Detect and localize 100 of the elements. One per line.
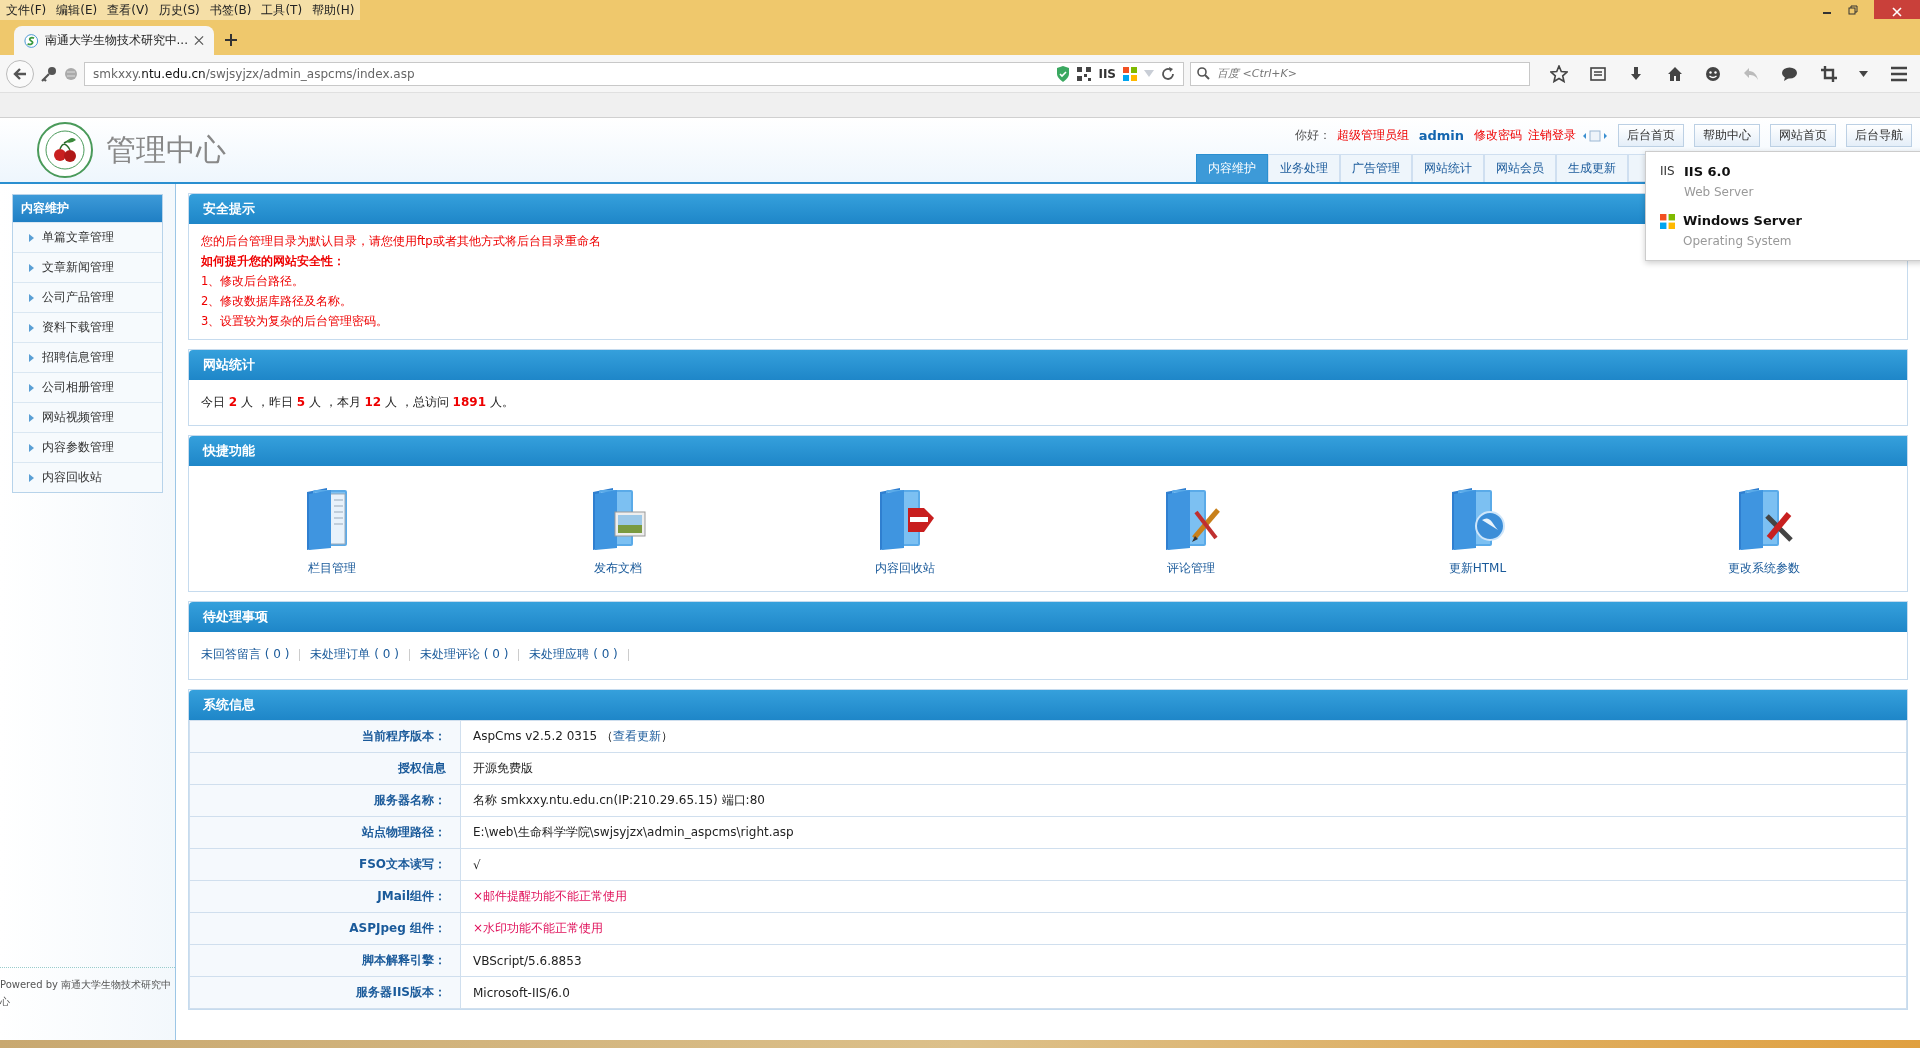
bullet-icon [29, 353, 34, 362]
menu-tab[interactable]: 网站统计 [1412, 154, 1484, 182]
user-role: 超级管理员组 [1336, 127, 1409, 144]
bullet-icon [29, 383, 34, 392]
account-link[interactable]: 修改密码 [1474, 127, 1522, 144]
chat-icon[interactable] [1781, 65, 1799, 82]
warning-item: 2、修改数据库路径及名称。 [201, 294, 353, 309]
update-link[interactable]: 查看更新 [613, 729, 661, 743]
menu-item[interactable]: 编辑(E) [56, 1, 98, 19]
panel-header: 系统信息 [189, 690, 1907, 720]
sidebar-item[interactable]: 公司相册管理 [13, 372, 162, 402]
site-title: 管理中心 [106, 130, 226, 169]
nav-button[interactable]: 后台导航 [1846, 124, 1912, 147]
menu-tab[interactable]: 网站会员 [1484, 154, 1556, 182]
info-value: AspCms v2.5.2 0315 （查看更新） [460, 720, 1907, 753]
menu-item[interactable]: 工具(T) [261, 1, 303, 19]
info-label: 授权信息 [189, 752, 461, 785]
menu-tab[interactable]: 业务处理 [1268, 154, 1340, 182]
server-icon: IIS [1660, 164, 1676, 178]
home-icon[interactable] [1666, 65, 1683, 82]
menu-item[interactable]: 历史(S) [158, 1, 200, 19]
info-label: 服务器IIS版本： [189, 976, 461, 1009]
shortcut-link[interactable]: 评论管理 [1111, 486, 1272, 577]
bullet-icon [29, 293, 34, 302]
restore-icon[interactable] [1848, 5, 1858, 15]
warning-text: 您的后台管理目录为默认目录，请您使用ftp或者其他方式将后台目录重命名 [201, 234, 601, 249]
warning-heading: 如何提升您的网站安全性： [201, 254, 345, 269]
menu-item[interactable]: 书签(B) [209, 1, 252, 19]
bullet-icon [29, 233, 34, 242]
sidebar-item[interactable]: 文章新闻管理 [13, 252, 162, 282]
sidebar-item[interactable]: 内容回收站 [13, 462, 162, 492]
logo-icon [36, 121, 94, 179]
popup-title: IIS 6.0 [1684, 164, 1732, 179]
dropdown-icon[interactable] [1858, 70, 1868, 77]
info-label: JMail组件： [189, 880, 461, 913]
info-label: 脚本解释引擎： [189, 944, 461, 977]
shield-icon [1056, 65, 1071, 82]
menu-tab[interactable]: 广告管理 [1340, 154, 1412, 182]
smiley-icon[interactable] [1704, 65, 1721, 82]
pending-link[interactable]: 未处理订单 ( 0 ) [310, 646, 399, 663]
info-value: ×水印功能不能正常使用 [460, 912, 1907, 945]
star-icon[interactable] [1550, 64, 1568, 83]
info-value: 开源免费版 [460, 752, 1907, 785]
menu-item[interactable]: 帮助(H) [312, 1, 355, 19]
pending-link[interactable]: 未处理评论 ( 0 ) [419, 646, 509, 663]
crop-icon[interactable] [1820, 65, 1837, 82]
warning-item: 1、修改后台路径。 [201, 274, 305, 289]
address-bar[interactable]: smkxxy.ntu.edu.cn/swjsyjzx/admin_aspcms/index.asp IIS [84, 61, 1184, 86]
username: admin [1418, 128, 1464, 143]
windows-logo-icon [1123, 66, 1137, 81]
info-label: 当前程序版本： [189, 720, 461, 753]
sidebar-item[interactable]: 公司产品管理 [13, 282, 162, 312]
menu-icon[interactable] [1889, 65, 1908, 82]
server-badge[interactable]: IIS [1098, 66, 1116, 81]
nav-button[interactable]: 后台首页 [1618, 124, 1684, 147]
sidebar-item[interactable]: 内容参数管理 [13, 432, 162, 462]
nav-button[interactable]: 网站首页 [1770, 124, 1836, 147]
pending-link[interactable]: 未处理应聘 ( 0 ) [529, 646, 618, 663]
bullet-icon [29, 323, 34, 332]
bullet-icon [29, 413, 34, 422]
shortcut-link[interactable]: 内容回收站 [824, 486, 985, 577]
close-icon [1892, 7, 1902, 17]
info-value: √ [460, 848, 1907, 881]
sidebar-item[interactable]: 单篇文章管理 [13, 222, 162, 252]
sidebar-item[interactable]: 资料下载管理 [13, 312, 162, 342]
back-button[interactable] [6, 59, 34, 88]
new-tab-icon[interactable] [224, 33, 238, 47]
nav-button[interactable]: 帮助中心 [1694, 124, 1760, 147]
info-value: ×邮件提醒功能不能正常使用 [460, 880, 1907, 913]
sidebar-title: 内容维护 [13, 195, 162, 222]
bullet-icon [29, 473, 34, 482]
key-icon[interactable] [40, 64, 58, 83]
reading-list-icon[interactable] [1590, 65, 1607, 82]
sidebar-item[interactable]: 招聘信息管理 [13, 342, 162, 372]
reload-icon[interactable] [1161, 66, 1175, 81]
panel-header: 待处理事项 [189, 602, 1907, 632]
sidebar-item[interactable]: 网站视频管理 [13, 402, 162, 432]
bullet-icon [29, 443, 34, 452]
shortcut-link[interactable]: 发布文档 [538, 486, 699, 577]
menu-tab[interactable]: 生成更新 [1556, 154, 1628, 182]
browser-tab[interactable]: 南通大学生物技术研究中... [14, 26, 214, 55]
pending-link[interactable]: 未回答留言 ( 0 ) [201, 646, 290, 663]
qr-code-icon[interactable] [1077, 66, 1092, 81]
search-field[interactable]: 百度 <Ctrl+K> [1190, 61, 1530, 86]
warning-item: 3、设置较为复杂的后台管理密码。 [201, 314, 389, 329]
info-value: VBScript/5.6.8853 [460, 944, 1907, 977]
account-link[interactable]: 注销登录 [1528, 127, 1576, 144]
globe-icon [64, 66, 78, 81]
shortcut-link[interactable]: 更新HTML [1397, 486, 1558, 577]
menu-item[interactable]: 查看(V) [107, 1, 149, 19]
menu-item[interactable]: 文件(F) [6, 1, 47, 19]
close-button[interactable] [1874, 0, 1920, 19]
scroll-arrows-icon[interactable] [1582, 129, 1608, 142]
shortcut-link[interactable]: 更改系统参数 [1683, 486, 1844, 577]
close-icon[interactable] [194, 35, 204, 46]
bullet-icon [29, 263, 34, 272]
greeting-label: 你好： [1294, 127, 1331, 144]
info-value: E:\web\生命科学学院\swjsyjzx\admin_aspcms\right.asp [460, 816, 1907, 849]
shortcut-link[interactable]: 栏目管理 [252, 486, 413, 577]
info-label: FSO文本读写： [189, 848, 461, 881]
